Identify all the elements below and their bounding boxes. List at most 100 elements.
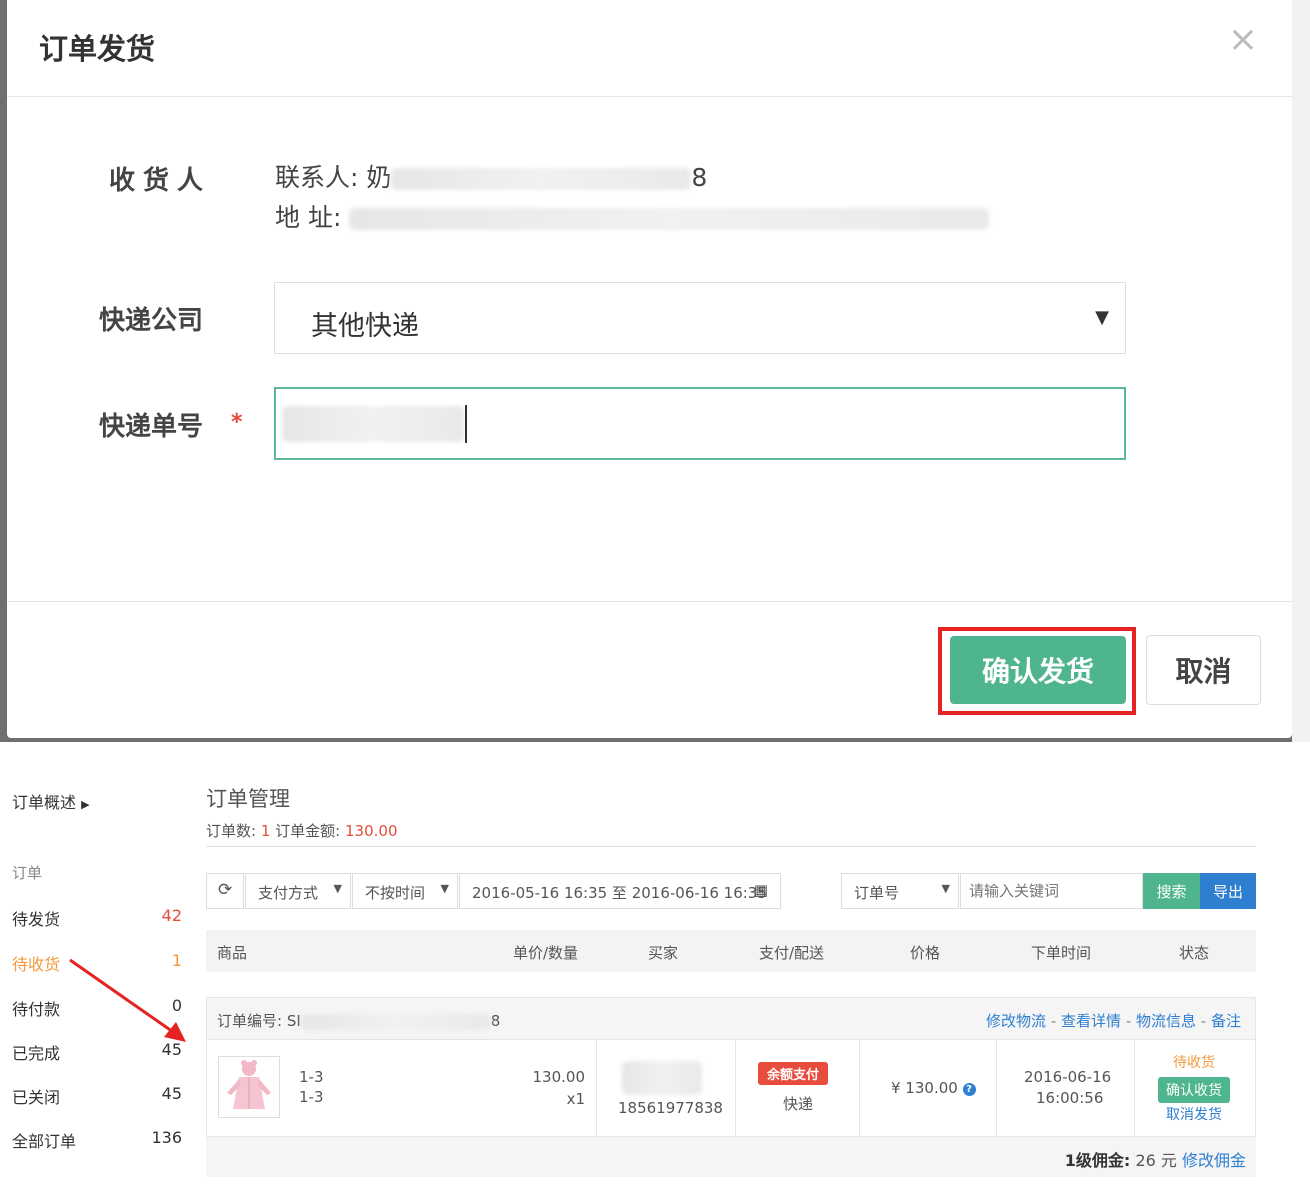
- commission-info: 1级佣金: 26 元 修改佣金: [1065, 1147, 1246, 1171]
- sidebar-overview-link[interactable]: 订单概述 ▶: [12, 789, 90, 813]
- column-header: 下单时间: [1031, 944, 1092, 962]
- order-date: 2016-06-16: [1024, 1068, 1112, 1086]
- order-summary: 订单数: 1 订单金额: 130.00: [206, 820, 398, 841]
- commission-bar: 1级佣金: 26 元 修改佣金: [206, 1137, 1256, 1177]
- modal-header: 订单发货 ×: [7, 0, 1292, 97]
- order-table-header: 商品 单价/数量 买家 支付/配送 价格 下单时间 状态: [206, 930, 1256, 972]
- summary-amount: 130.00: [345, 822, 398, 840]
- ship-order-modal: 订单发货 × 收货人 联系人: 奶 8 地 址: 快递公司 其他快递 ▼ 快递单号…: [7, 0, 1292, 738]
- date-range-input[interactable]: 2016-05-16 16:35 至 2016-06-16 16:35 ▦: [459, 873, 781, 909]
- contact-text: 联系人: 奶: [275, 163, 392, 192]
- order-number-label: 订单编号: SI: [217, 1012, 301, 1030]
- sidebar-item-label: 全部订单: [12, 1132, 77, 1151]
- quantity: x1: [566, 1090, 585, 1108]
- time-filter-value: 不按时间: [365, 884, 426, 902]
- page-title: 订单管理: [206, 787, 290, 811]
- receiver-label: 收货人: [109, 166, 212, 196]
- unit-price: 130.00: [532, 1068, 586, 1086]
- sidebar-item-label: 已完成: [12, 1044, 61, 1063]
- view-details-link[interactable]: 查看详情: [1061, 1012, 1121, 1030]
- column-header: 支付/配送: [759, 944, 825, 962]
- sidebar-item-label: 已关闭: [12, 1088, 61, 1107]
- contact-suffix: 8: [691, 163, 708, 192]
- summary-count: 1: [260, 822, 271, 840]
- payment-method-badge: 余额支付: [758, 1062, 829, 1085]
- date-range-value: 2016-05-16 16:35 至 2016-06-16 16:35: [472, 884, 767, 902]
- confirm-receipt-button[interactable]: 确认收货: [1158, 1077, 1230, 1103]
- order-status: 待收货: [1173, 1055, 1215, 1071]
- cell-divider: [996, 1040, 997, 1136]
- export-button[interactable]: 导出: [1200, 873, 1256, 909]
- search-field-value: 订单号: [854, 884, 900, 902]
- payment-method-select[interactable]: 支付方式 ▼: [245, 873, 351, 909]
- confirm-ship-button[interactable]: 确认发货: [950, 636, 1126, 704]
- help-icon[interactable]: ?: [962, 1083, 976, 1096]
- annotation-arrow-icon: [69, 958, 186, 1042]
- sidebar-item-count: 45: [161, 1084, 182, 1103]
- cell-divider: [735, 1040, 736, 1136]
- summary-count-label: 订单数:: [206, 822, 257, 840]
- sidebar-item-closed[interactable]: 已关闭 45: [12, 1084, 182, 1108]
- sidebar-section-title: 订单: [12, 864, 43, 882]
- caret-down-icon: ▼: [941, 882, 950, 895]
- order-number-suffix: 8: [490, 1012, 501, 1030]
- backdrop-edge: [1292, 0, 1310, 742]
- sidebar-item-all-orders[interactable]: 全部订单 136: [12, 1128, 182, 1152]
- address-label: 地 址:: [275, 203, 342, 232]
- column-header: 买家: [648, 944, 679, 962]
- column-header: 单价/数量: [513, 944, 579, 962]
- column-header: 商品: [217, 944, 248, 962]
- cell-divider: [1134, 1040, 1135, 1136]
- express-selected-value: 其他快递: [311, 311, 419, 342]
- summary-amount-label: 订单金额:: [275, 822, 341, 840]
- overview-label: 订单概述: [12, 793, 77, 812]
- delivery-method: 快递: [783, 1095, 814, 1113]
- sidebar-item-pending-ship[interactable]: 待发货 42: [12, 906, 182, 930]
- refresh-button[interactable]: ⟳: [206, 873, 244, 909]
- buyer-phone: 18561977838: [618, 1099, 723, 1117]
- order-actions: 修改物流 - 查看详情 - 物流信息 - 备注: [986, 1012, 1241, 1030]
- logistics-info-link[interactable]: 物流信息: [1136, 1012, 1196, 1030]
- column-header: 价格: [910, 944, 941, 962]
- receiver-contact: 联系人: 奶 8: [275, 158, 707, 194]
- redacted-buyer-name: [622, 1061, 702, 1095]
- cancel-shipment-link[interactable]: 取消发货: [1166, 1104, 1222, 1124]
- time-filter-select[interactable]: 不按时间 ▼: [352, 873, 458, 909]
- cancel-button[interactable]: 取消: [1146, 635, 1261, 705]
- search-field-select[interactable]: 订单号 ▼: [841, 873, 959, 909]
- title-divider: [206, 846, 1256, 847]
- commission-label: 1级佣金:: [1064, 1151, 1131, 1170]
- tracking-number-input[interactable]: [274, 387, 1126, 460]
- tracking-number-label: 快递单号: [99, 412, 204, 442]
- commission-value: 26 元: [1135, 1151, 1177, 1170]
- sidebar-item-label: 待付款: [12, 1000, 61, 1019]
- caret-down-icon: ▼: [333, 882, 342, 895]
- remark-link[interactable]: 备注: [1211, 1012, 1241, 1030]
- sku-spec: 1-3: [299, 1088, 324, 1106]
- edit-logistics-link[interactable]: 修改物流: [986, 1012, 1046, 1030]
- payment-method-value: 支付方式: [258, 884, 319, 902]
- redacted-contact: [391, 168, 692, 190]
- redacted-tracking-number: [282, 406, 464, 442]
- keyword-search-input[interactable]: [960, 873, 1143, 909]
- cell-divider: [859, 1040, 860, 1136]
- calendar-icon: ▦: [753, 881, 768, 899]
- express-company-select[interactable]: 其他快递 ▼: [274, 282, 1126, 354]
- edit-commission-link[interactable]: 修改佣金: [1182, 1151, 1246, 1170]
- modal-title: 订单发货: [39, 32, 156, 66]
- caret-down-icon: ▼: [440, 882, 449, 895]
- text-cursor: [465, 405, 467, 443]
- caret-right-icon: ▶: [81, 798, 90, 811]
- order-number: 订单编号: SI 8: [217, 1010, 500, 1031]
- dropdown-caret-icon: ▼: [1095, 307, 1109, 328]
- search-button[interactable]: 搜索: [1143, 873, 1200, 909]
- redacted-order-number: [300, 1013, 491, 1030]
- order-price: ¥ 130.00 ?: [891, 1079, 976, 1097]
- product-thumbnail[interactable]: [218, 1056, 280, 1118]
- sidebar-item-label: 待收货: [12, 955, 61, 974]
- price-value: ¥ 130.00: [891, 1079, 958, 1097]
- sidebar-item-label: 待发货: [12, 910, 61, 929]
- redacted-address: [349, 208, 990, 230]
- close-icon[interactable]: ×: [1228, 22, 1258, 58]
- footer-divider: [7, 601, 1292, 602]
